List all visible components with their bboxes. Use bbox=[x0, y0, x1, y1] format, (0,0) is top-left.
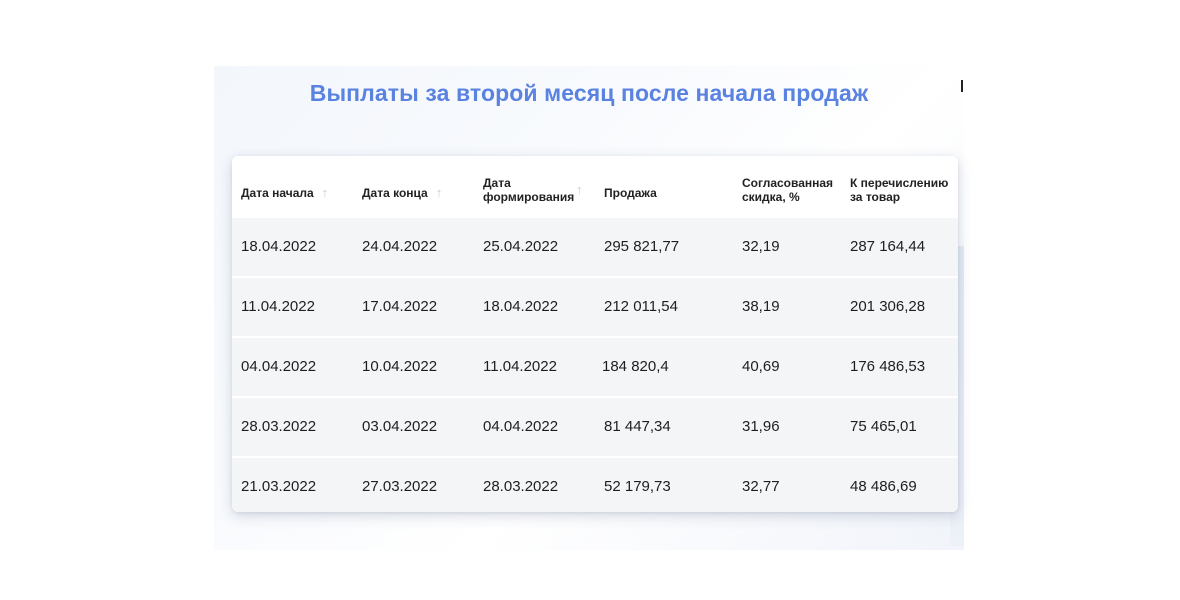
cell-to-transfer: 287 164,44 bbox=[850, 238, 926, 255]
cell-formation-date: 25.04.2022 bbox=[483, 238, 559, 255]
cell-end-date: 17.04.2022 bbox=[362, 298, 438, 315]
cell-start-date: 11.04.2022 bbox=[241, 298, 315, 315]
cell-end-date: 03.04.2022 bbox=[362, 418, 438, 435]
table-row[interactable]: 28.03.2022 03.04.2022 04.04.2022 81 447,… bbox=[232, 398, 958, 456]
table-row[interactable]: 21.03.2022 27.03.2022 28.03.2022 52 179,… bbox=[232, 458, 958, 512]
cell-end-date: 27.03.2022 bbox=[362, 478, 438, 495]
arrow-up-icon[interactable]: ↑ bbox=[322, 186, 329, 200]
cell-formation-date: 18.04.2022 bbox=[483, 298, 559, 315]
header-end-date[interactable]: Дата конца ↑ bbox=[362, 186, 443, 201]
cell-formation-date: 04.04.2022 bbox=[483, 418, 559, 435]
table-row[interactable]: 18.04.2022 24.04.2022 25.04.2022 295 821… bbox=[232, 218, 958, 276]
cell-to-transfer: 48 486,69 bbox=[850, 478, 917, 495]
table-header: Дата начала ↑ Дата конца ↑ Дата формирован… bbox=[232, 156, 958, 218]
arrow-up-icon[interactable]: ↑ bbox=[576, 182, 583, 197]
cell-formation-date: 28.03.2022 bbox=[483, 478, 559, 495]
header-formation-date[interactable]: Дата формирования bbox=[483, 176, 574, 204]
cell-discount: 40,69 bbox=[742, 358, 780, 375]
payments-table: Дата начала ↑ Дата конца ↑ Дата формирован… bbox=[232, 156, 958, 512]
cell-sale: 52 179,73 bbox=[604, 478, 671, 495]
table-row[interactable]: 04.04.2022 10.04.2022 11.04.2022 184 820… bbox=[232, 338, 958, 396]
cell-discount: 38,19 bbox=[742, 298, 780, 315]
cell-discount: 32,19 bbox=[742, 238, 780, 255]
arrow-up-icon[interactable]: ↑ bbox=[436, 186, 443, 200]
cell-start-date: 21.03.2022 bbox=[241, 478, 317, 495]
cell-start-date: 04.04.2022 bbox=[241, 358, 317, 375]
cell-start-date: 18.04.2022 bbox=[241, 238, 317, 255]
cell-sale: 295 821,77 bbox=[604, 238, 680, 255]
cell-end-date: 10.04.2022 bbox=[362, 358, 438, 375]
table-row[interactable]: 11.04.2022 17.04.2022 18.04.2022 212 011… bbox=[232, 278, 958, 336]
cell-sale: 184 820,4 bbox=[602, 358, 669, 375]
cell-to-transfer: 75 465,01 bbox=[850, 418, 917, 435]
cell-formation-date: 11.04.2022 bbox=[483, 358, 557, 375]
header-sale: Продажа bbox=[604, 186, 657, 200]
cell-discount: 31,96 bbox=[742, 418, 780, 435]
header-start-date[interactable]: Дата начала ↑ bbox=[241, 186, 329, 201]
header-agreed-discount: Согласованная скидка, % bbox=[742, 176, 834, 204]
page-title: Выплаты за второй месяц после начала про… bbox=[309, 80, 869, 106]
cell-end-date: 24.04.2022 bbox=[362, 238, 438, 255]
cell-sale: 81 447,34 bbox=[604, 418, 671, 435]
header-to-transfer: К перечислению за товар bbox=[850, 176, 949, 204]
cell-to-transfer: 201 306,28 bbox=[850, 298, 926, 315]
cell-discount: 32,77 bbox=[742, 478, 780, 495]
cell-start-date: 28.03.2022 bbox=[241, 418, 317, 435]
stage: Выплаты за второй месяц после начала про… bbox=[0, 0, 1180, 600]
cell-sale: 212 011,54 bbox=[604, 298, 678, 315]
cell-to-transfer: 176 486,53 bbox=[850, 358, 926, 375]
